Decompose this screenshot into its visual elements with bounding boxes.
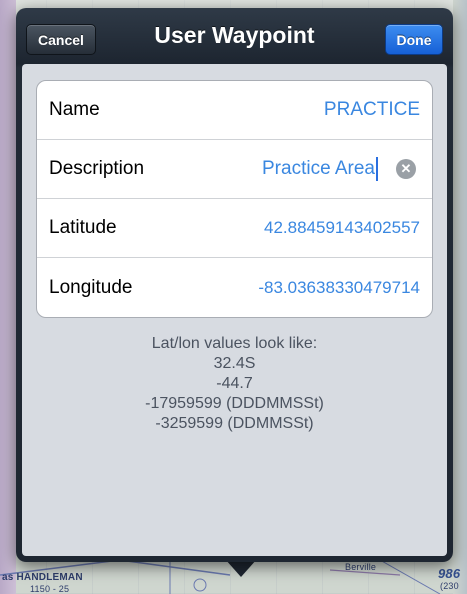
map-label-berville: Berville: [345, 562, 377, 572]
text-cursor: [376, 157, 378, 181]
help-example: -3259599 (DDMMSSt): [155, 415, 314, 432]
help-example: -44.7: [216, 375, 253, 392]
waypoint-fields-table: Name PRACTICE Description Practice Area …: [36, 80, 433, 318]
latitude-row[interactable]: Latitude 42.88459143402557: [37, 199, 432, 258]
longitude-field[interactable]: -83.03638330479714: [219, 278, 420, 298]
format-help: Lat/lon values look like: 32.4S -44.7 -1…: [36, 334, 433, 434]
map-label-frequency: 1150 - 25: [30, 584, 70, 594]
latitude-field[interactable]: 42.88459143402557: [219, 218, 420, 238]
description-field[interactable]: Practice Area: [262, 158, 375, 180]
page-title: User Waypoint: [154, 22, 315, 48]
clear-icon[interactable]: ✕: [396, 159, 416, 179]
description-row[interactable]: Description Practice Area ✕: [37, 140, 432, 199]
name-label: Name: [49, 99, 100, 120]
help-heading: Lat/lon values look like:: [151, 335, 318, 352]
map-label-elevation-sub: (230: [440, 581, 459, 591]
waypoint-popover: Cancel User Waypoint Done Name PRACTICE …: [16, 8, 453, 562]
map-label-handleman: as HANDLEMAN: [2, 572, 83, 583]
help-example: 32.4S: [213, 355, 256, 372]
navigation-bar: Cancel User Waypoint Done: [22, 12, 447, 64]
help-example: -17959599 (DDDMMSSt): [145, 395, 324, 412]
map-label-elevation: 986: [438, 566, 461, 581]
done-button[interactable]: Done: [385, 24, 443, 55]
longitude-row[interactable]: Longitude -83.03638330479714: [37, 258, 432, 317]
latitude-label: Latitude: [49, 217, 117, 238]
longitude-label: Longitude: [49, 276, 133, 298]
description-label: Description: [49, 158, 145, 179]
form-content: Name PRACTICE Description Practice Area …: [22, 64, 447, 556]
name-field[interactable]: PRACTICE: [219, 99, 420, 121]
name-row[interactable]: Name PRACTICE: [37, 81, 432, 140]
description-editor[interactable]: Practice Area ✕: [219, 157, 420, 181]
